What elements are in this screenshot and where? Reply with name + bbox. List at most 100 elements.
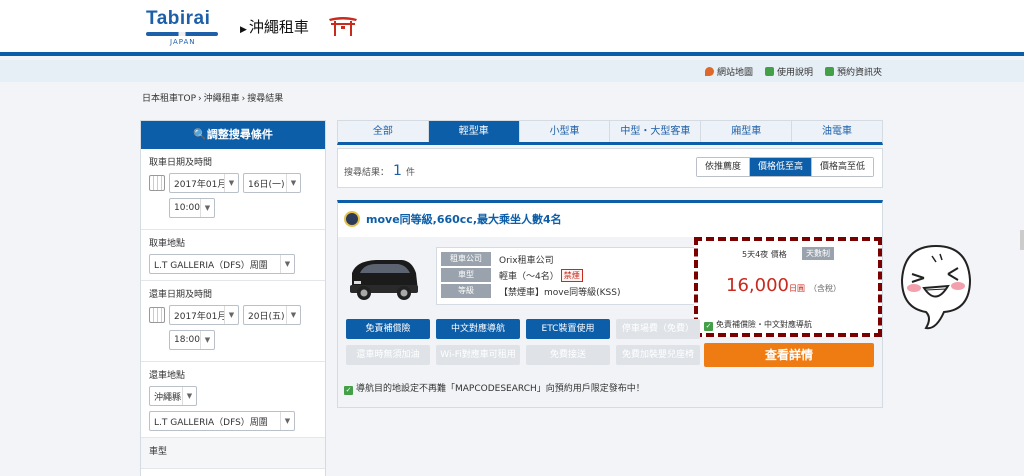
return-time-select[interactable]: 18:00 ▼	[169, 330, 215, 350]
tab-compact[interactable]: 小型車	[520, 121, 611, 142]
tab-hybrid[interactable]: 油電車	[792, 121, 882, 142]
car-type-label: 車型	[149, 447, 168, 457]
view-details-button[interactable]: 查看詳情	[704, 343, 874, 367]
pickup-day-value: 16日(一)	[248, 179, 285, 190]
spec-key: 車型	[441, 268, 491, 282]
pickup-place-label: 取車地點	[149, 239, 186, 249]
option-child-seat: 免費加裝嬰兒座椅	[616, 345, 700, 365]
check-icon: ✓	[344, 386, 353, 395]
sort-recommended-button[interactable]: 依推薦度	[696, 158, 750, 176]
breadcrumb-item-top[interactable]: 日本租車TOP	[142, 94, 196, 104]
utility-links: 網站地圖 使用說明 預約資訊夾	[704, 65, 882, 78]
pickup-place-select[interactable]: L.T GALLERIA（DFS）周圍 ▼	[149, 254, 295, 274]
option-wifi: Wi-Fi對應車可租用	[436, 345, 520, 365]
sort-options: 依推薦度 價格低至高 價格高至低	[695, 157, 874, 177]
breadcrumb-item-okinawa[interactable]: 沖繩租車	[204, 94, 240, 104]
return-month-select[interactable]: 2017年01月 ▼	[169, 305, 239, 325]
option-parking: 停車場費（免費）	[616, 319, 700, 339]
price-amount: 16,000日圓 （含稅）	[726, 275, 841, 296]
chevron-down-icon: ▼	[224, 174, 238, 192]
chevron-down-icon: ▼	[200, 199, 214, 217]
calendar-icon[interactable]	[149, 307, 165, 323]
pickup-time-select[interactable]: 10:00 ▼	[169, 198, 215, 218]
included-options-text: 免責補償險・中文對應導航	[716, 320, 812, 329]
sidebar-header[interactable]: 🔍調整搜尋條件	[141, 121, 325, 149]
sidebar-title: 調整搜尋條件	[206, 128, 273, 141]
pickup-month-select[interactable]: 2017年01月 ▼	[169, 173, 239, 193]
logo-brand: Tabirai	[146, 8, 211, 29]
spec-type-value: 輕車（～4名）	[499, 271, 559, 282]
price-value: 16,000	[726, 275, 789, 296]
check-icon: ✓	[704, 322, 713, 331]
page-scrollbar[interactable]	[1020, 230, 1024, 250]
guide-link[interactable]: 使用說明	[764, 65, 813, 78]
result-count-number: 1	[393, 163, 402, 179]
mapcode-note-text: 導航目的地設定不再難「MAPCODESEARCH」向預約用戶限定發布中！	[356, 384, 645, 394]
tab-van[interactable]: 廂型車	[701, 121, 793, 142]
orix-logo-icon	[344, 211, 360, 227]
return-pref-value: 沖繩縣	[154, 392, 182, 403]
return-place-select[interactable]: L.T GALLERIA（DFS）周圍 ▼	[149, 411, 295, 431]
spec-key: 租車公司	[441, 252, 491, 266]
tab-kei-car[interactable]: 輕型車	[428, 121, 520, 142]
chevron-down-icon: ▼	[224, 306, 238, 324]
sort-price-asc-button[interactable]: 價格低至高	[749, 158, 812, 176]
chevron-down-icon: ▼	[182, 387, 196, 405]
price-unit: 日圓	[788, 284, 805, 293]
laughing-face-illustration	[900, 244, 972, 330]
card-title[interactable]: move同等級,660cc,最大乘坐人數4名	[344, 211, 562, 227]
return-place-section: 還車地點 沖繩縣 ▼ L.T GALLERIA（DFS）周圍 ▼	[141, 362, 325, 438]
site-title-text: 沖繩租車	[248, 18, 309, 36]
spec-class-value: 【禁煙車】move同等級(KSS)	[499, 287, 621, 298]
price-tax-note: （含稅）	[808, 284, 841, 293]
chevron-down-icon: ▼	[286, 306, 300, 324]
car-result-card: move同等級,660cc,最大乘坐人數4名 租車公司 Orix租車公司 車型 輕車…	[337, 200, 883, 408]
option-chinese-nav: 中文對應導航	[436, 319, 520, 339]
sitemap-link[interactable]: 網站地圖	[704, 65, 753, 78]
spec-key: 等級	[441, 284, 491, 298]
chevron-down-icon: ▼	[280, 412, 294, 430]
tab-all[interactable]: 全部	[338, 121, 429, 142]
return-datetime-section: 還車日期及時間 2017年01月 ▼ 20日(五) ▼ 18:00 ▼	[141, 281, 325, 362]
card-title-text: move同等級,660cc,最大乘坐人數4名	[366, 213, 562, 226]
price-box: 5天4夜 價格 天數制 16,000日圓 （含稅） ✓ 免責補償險・中文對應導航	[694, 237, 882, 337]
calendar-icon[interactable]	[149, 175, 165, 191]
card-body: 租車公司 Orix租車公司 車型 輕車（～4名） 禁煙 等級 【禁煙車】move同等級(…	[338, 237, 882, 407]
sort-price-desc-button[interactable]: 價格高至低	[811, 158, 873, 176]
return-day-value: 20日(五)	[248, 311, 285, 322]
return-time-value: 18:00	[174, 335, 200, 345]
return-place-label: 還車地點	[149, 371, 186, 381]
guide-label: 使用說明	[776, 68, 813, 78]
spec-row-class: 等級 【禁煙車】move同等級(KSS)	[441, 284, 693, 298]
results-bar: 搜尋結果： 1 件 依推薦度 價格低至高 價格高至低	[337, 148, 883, 188]
price-days: 5天4夜 價格	[742, 250, 787, 259]
pickup-place-value: L.T GALLERIA（DFS）周圍	[154, 260, 268, 271]
mapcode-note: ✓ 導航目的地設定不再難「MAPCODESEARCH」向預約用戶限定發布中！	[344, 381, 645, 395]
site-header: Tabirai JAPAN ▶ 沖繩租車	[0, 0, 1024, 56]
car-image[interactable]	[346, 255, 422, 303]
return-day-select[interactable]: 20日(五) ▼	[243, 305, 301, 325]
option-insurance: 免責補償險	[346, 319, 430, 339]
bookmark-link[interactable]: 預約資訊夾	[824, 65, 882, 78]
day-rate-tag: 天數制	[802, 247, 834, 260]
triangle-icon: ▶	[240, 25, 247, 35]
sitemap-label: 網站地圖	[716, 68, 753, 78]
logo-sub: JAPAN	[170, 38, 196, 46]
return-datetime-label: 還車日期及時間	[149, 290, 213, 300]
document-icon	[824, 67, 834, 76]
included-options: ✓ 免責補償險・中文對應導航	[704, 319, 812, 331]
car-spec-table: 租車公司 Orix租車公司 車型 輕車（～4名） 禁煙 等級 【禁煙車】move同等級(…	[436, 247, 698, 305]
breadcrumb-separator: ›	[241, 94, 246, 104]
leaf-icon	[764, 67, 774, 76]
option-shuttle: 免費接送	[526, 345, 610, 365]
tab-mid-large[interactable]: 中型・大型客車	[610, 121, 702, 142]
pickup-day-select[interactable]: 16日(一) ▼	[243, 173, 301, 193]
spec-row-company: 租車公司 Orix租車公司	[441, 252, 693, 266]
return-place-value: L.T GALLERIA（DFS）周圍	[154, 417, 268, 428]
tabirai-logo[interactable]: Tabirai JAPAN	[146, 8, 226, 50]
result-count-unit: 件	[405, 168, 415, 178]
option-etc: ETC裝置使用	[526, 319, 610, 339]
pickup-datetime-label: 取車日期及時間	[149, 158, 213, 168]
return-pref-select[interactable]: 沖繩縣 ▼	[149, 386, 197, 406]
breadcrumb-separator: ›	[198, 94, 202, 104]
